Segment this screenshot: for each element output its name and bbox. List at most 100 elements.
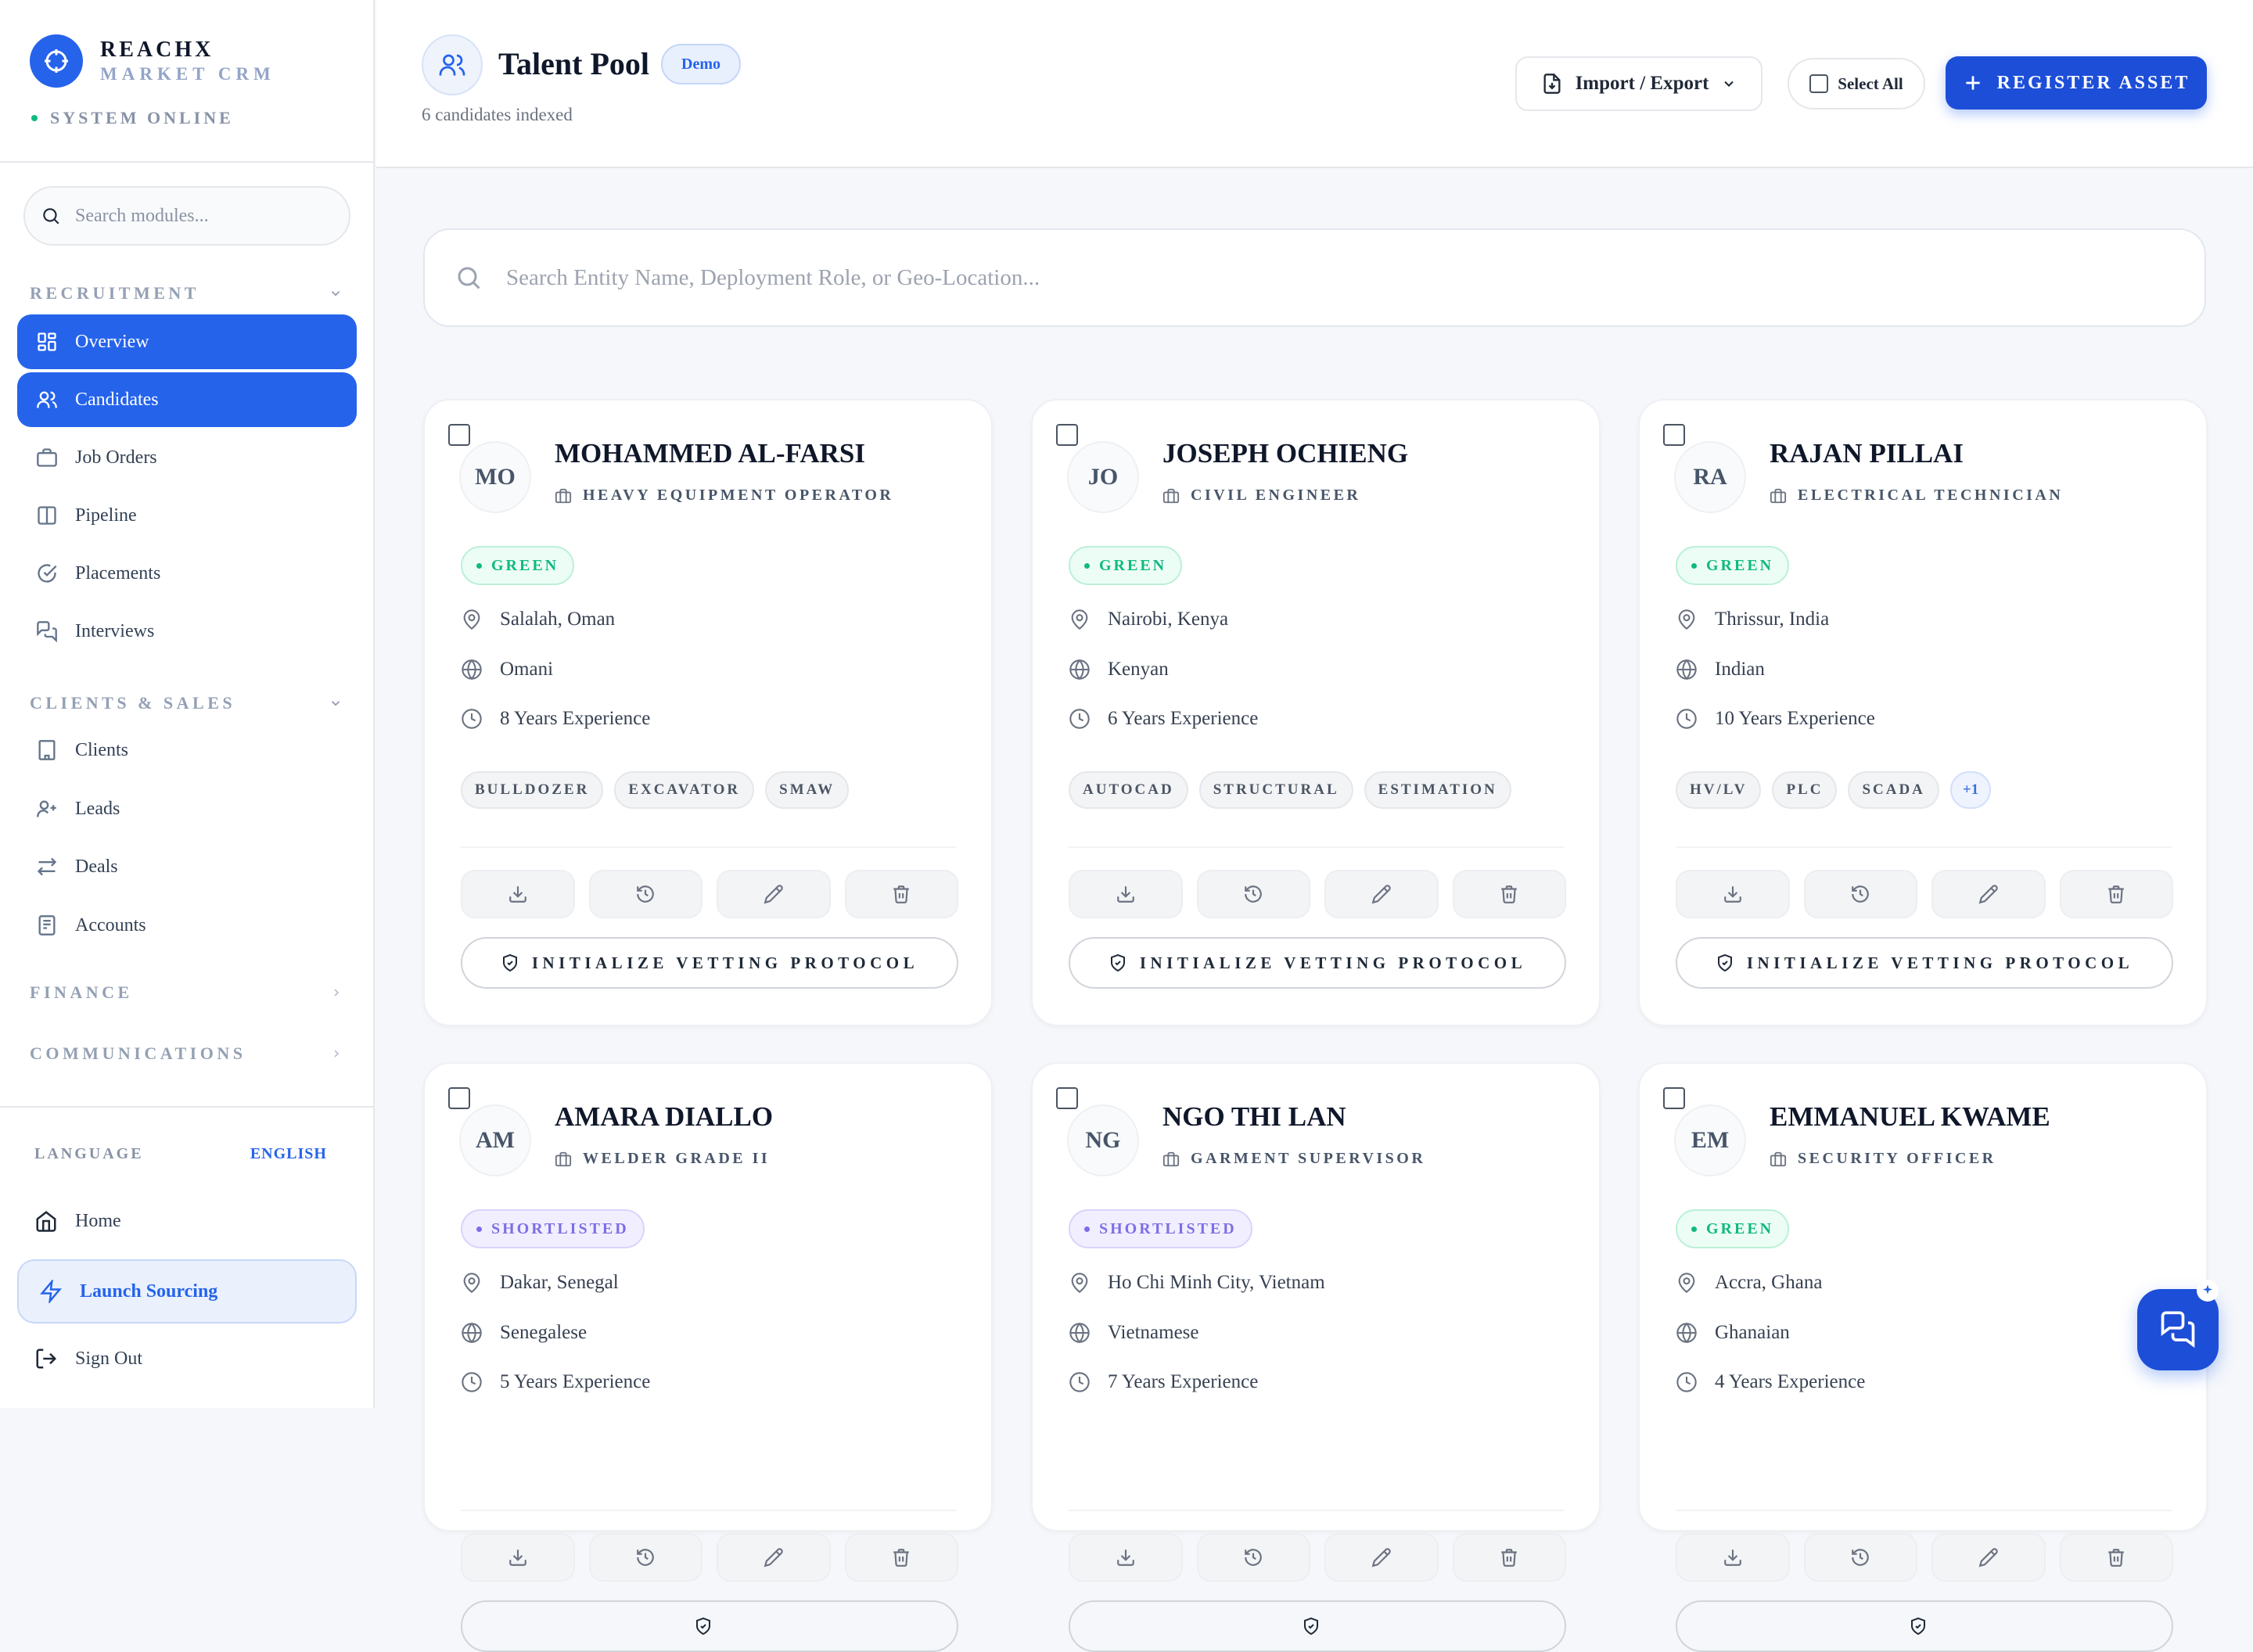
section-recruitment[interactable]: RECRUITMENT [30,283,343,303]
language-selector[interactable]: LANGUAGE ENGLISH [34,1145,327,1163]
sidebar-item-candidates[interactable]: Candidates [17,372,357,427]
vetting-protocol-button[interactable]: INITIALIZE VETTING PROTOCOL [461,937,958,989]
select-all-checkbox[interactable]: Select All [1788,58,1925,110]
module-search-input[interactable]: Search modules... [23,186,350,246]
history-button[interactable] [588,1533,702,1582]
sign-out-link[interactable]: Sign Out [34,1347,142,1370]
sidebar-item-interviews[interactable]: Interviews [17,604,357,659]
card-checkbox[interactable] [1663,1087,1685,1109]
experience: 4 Years Experience [1676,1371,1865,1393]
entity-search-input[interactable]: Search Entity Name, Deployment Role, or … [423,228,2206,327]
sidebar-item-job-orders[interactable]: Job Orders [17,430,357,485]
history-button[interactable] [1196,1533,1310,1582]
briefcase-icon [1770,488,1787,503]
divider [461,846,957,848]
download-button[interactable] [1676,870,1790,918]
nationality: Omani [461,659,553,681]
history-button[interactable] [588,870,702,918]
edit-button[interactable] [1324,870,1439,918]
edit-button[interactable] [1931,870,2046,918]
vetting-protocol-button[interactable] [1676,1600,2173,1652]
vetting-protocol-button[interactable]: INITIALIZE VETTING PROTOCOL [1676,937,2173,989]
card-checkbox[interactable] [448,424,470,446]
edit-button[interactable] [717,870,831,918]
history-button[interactable] [1196,870,1310,918]
sidebar-item-accounts[interactable]: Accounts [17,898,357,953]
vetting-protocol-button[interactable]: INITIALIZE VETTING PROTOCOL [1069,937,1566,989]
sidebar-item-leads[interactable]: Leads [17,781,357,836]
section-finance[interactable]: FINANCE [30,982,343,1003]
card-checkbox[interactable] [1056,1087,1078,1109]
download-button[interactable] [1676,1533,1790,1582]
experience: 8 Years Experience [461,708,650,730]
card-actions [461,1533,958,1582]
nationality: Vietnamese [1069,1322,1199,1344]
system-status: SYSTEM ONLINE [31,108,234,128]
edit-button[interactable] [717,1533,831,1582]
download-button[interactable] [1069,1533,1183,1582]
shield-check-icon [1717,953,1732,972]
candidate-card[interactable]: NG NGO THI LAN GARMENT SUPERVISOR SHORTL… [1031,1062,1601,1652]
skill-tag: BULLDOZER [461,771,604,809]
candidate-card[interactable]: JO JOSEPH OCHIENG CIVIL ENGINEER GREEN N… [1031,399,1601,1026]
home-link[interactable]: Home [34,1209,121,1233]
history-button[interactable] [1803,870,1917,918]
checkbox[interactable] [1809,74,1829,93]
skill-tag: AUTOCAD [1069,771,1188,809]
download-button[interactable] [461,1533,575,1582]
user-plus-icon [37,800,56,817]
shield-check-icon [1304,1617,1318,1636]
delete-button[interactable] [844,870,958,918]
trash-icon [2108,885,2124,903]
section-clients-sales[interactable]: CLIENTS & SALES [30,693,343,713]
card-checkbox[interactable] [1056,424,1078,446]
sidebar-item-overview[interactable]: Overview [17,314,357,369]
delete-button[interactable] [2059,1533,2173,1582]
map-pin-icon [1678,609,1695,630]
register-asset-button[interactable]: REGISTER ASSET [1946,56,2207,110]
download-button[interactable] [461,870,575,918]
briefcase-icon [555,1151,572,1166]
sidebar-item-deals[interactable]: Deals [17,839,357,894]
location: Nairobi, Kenya [1069,609,1228,630]
candidate-card[interactable]: AM AMARA DIALLO WELDER GRADE II SHORTLIS… [423,1062,993,1652]
lightning-icon [40,1280,62,1303]
edit-button[interactable] [1324,1533,1439,1582]
delete-button[interactable] [1452,1533,1566,1582]
candidate-role: GARMENT SUPERVISOR [1162,1150,1425,1168]
delete-button[interactable] [1452,870,1566,918]
status-badge: GREEN [1676,1209,1790,1248]
more-tags-badge[interactable]: +1 [1949,771,1992,809]
skill-tags: HV/LV PLC SCADA +1 [1676,771,1992,809]
building-icon [38,740,56,760]
card-checkbox[interactable] [1663,424,1685,446]
language-value[interactable]: ENGLISH [250,1145,327,1163]
candidate-card[interactable]: MO MOHAMMED AL-FARSI HEAVY EQUIPMENT OPE… [423,399,993,1026]
vetting-protocol-button[interactable] [461,1600,958,1652]
status-badge: GREEN [461,546,575,585]
launch-sourcing-button[interactable]: Launch Sourcing [17,1259,357,1323]
delete-button[interactable] [2059,870,2173,918]
avatar: JO [1067,441,1139,513]
candidate-card[interactable]: RA RAJAN PILLAI ELECTRICAL TECHNICIAN GR… [1638,399,2208,1026]
candidate-card[interactable]: EM EMMANUEL KWAME SECURITY OFFICER GREEN… [1638,1062,2208,1652]
delete-button[interactable] [844,1533,958,1582]
sidebar-item-pipeline[interactable]: Pipeline [17,488,357,543]
history-button[interactable] [1803,1533,1917,1582]
map-pin-icon [463,609,480,630]
globe-icon [462,1322,482,1344]
download-button[interactable] [1069,870,1183,918]
card-checkbox[interactable] [448,1087,470,1109]
avatar: EM [1674,1104,1746,1176]
section-communications[interactable]: COMMUNICATIONS [30,1043,343,1064]
demo-badge: Demo [661,44,741,84]
edit-button[interactable] [1931,1533,2046,1582]
history-icon [637,1549,655,1566]
trash-icon [1501,885,1517,903]
vetting-protocol-button[interactable] [1069,1600,1566,1652]
import-export-button[interactable]: Import / Export [1515,56,1763,111]
brand[interactable]: REACHX MARKET CRM [30,34,275,88]
sidebar-item-clients[interactable]: Clients [17,723,357,778]
sidebar-item-placements[interactable]: Placements [17,546,357,601]
candidate-role: WELDER GRADE II [555,1150,770,1168]
